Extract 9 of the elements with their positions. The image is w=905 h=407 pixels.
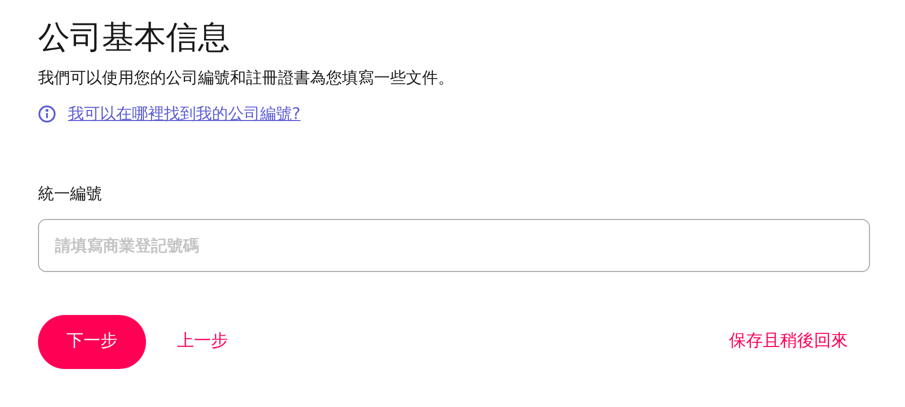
description: 我們可以使用您的公司編號和註冊證書為您填寫一些文件。 <box>38 67 455 89</box>
back-button[interactable]: 上一步 <box>177 329 228 355</box>
next-button[interactable]: 下一步 <box>38 315 146 369</box>
input-field[interactable]: 請填寫商業登記號碼 <box>38 219 870 272</box>
save-later-button[interactable]: 保存且稍後回來 <box>729 329 848 355</box>
field-label: 統一編號 <box>38 183 103 205</box>
info-icon <box>38 105 56 123</box>
page-title: 公司基本信息 <box>38 17 231 58</box>
help-link[interactable]: 我可以在哪裡找到我的公司編號? <box>68 102 300 126</box>
